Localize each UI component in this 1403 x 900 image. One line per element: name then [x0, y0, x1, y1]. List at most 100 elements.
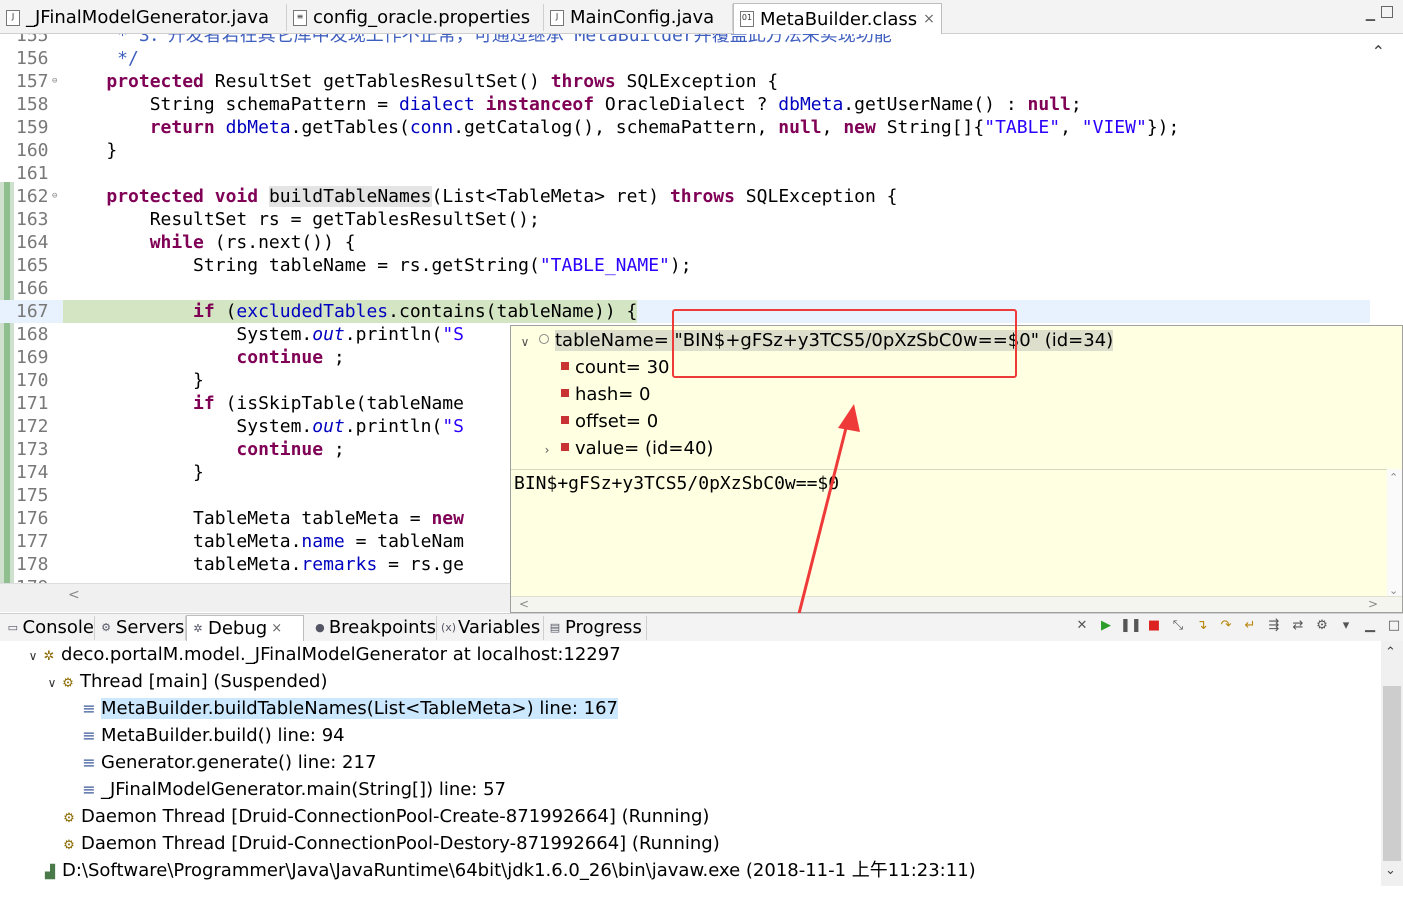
resume-icon[interactable]: ▶ [1096, 616, 1116, 636]
process-item[interactable]: ▟ D:\Software\Programmer\Java\JavaRuntime… [43, 857, 976, 884]
code-text: */ [63, 48, 139, 69]
close-icon[interactable]: × [271, 617, 282, 641]
tab-jfinal-model-generator[interactable]: J _JFinalModelGenerator.java [0, 4, 287, 31]
line-number: 176 [16, 508, 49, 529]
daemon-thread-item[interactable]: ⚙ Daemon Thread [Druid-ConnectionPool-Cre… [62, 803, 709, 830]
step-return-icon[interactable]: ↵ [1240, 616, 1260, 636]
code-text: continue ; [236, 347, 345, 368]
line-number: 170 [16, 370, 49, 391]
code-line[interactable]: 162 ⊖ protected void buildTableNames(List… [0, 185, 1370, 208]
code-text: * 3：开发者若在其它库中发现工作不正常，可通过继承 MetaBuilder并覆… [63, 34, 892, 46]
step-into-icon[interactable]: ↴ [1192, 616, 1212, 636]
code-line[interactable]: 160 } [0, 139, 1370, 162]
code-text: ResultSet rs = getTablesResultSet(); [63, 209, 540, 230]
breakpoints-icon: ● [315, 621, 325, 634]
running-thread-icon: ⚙ [63, 811, 75, 826]
tab-console[interactable]: ▭ Console [2, 616, 95, 640]
tab-label: Console [22, 617, 94, 638]
step-over-icon[interactable]: ↷ [1216, 616, 1236, 636]
fold-icon[interactable]: ⊖ [52, 185, 57, 208]
code-line[interactable]: 155 * 3：开发者若在其它库中发现工作不正常，可通过继承 MetaBuild… [0, 34, 1370, 47]
field-label: hash= 0 [575, 384, 651, 405]
code-text: if (excludedTables.contains(tableName)) … [63, 300, 638, 323]
scroll-up-icon[interactable]: ⌃ [1372, 42, 1385, 61]
maximize-icon[interactable]: □ [1384, 616, 1403, 636]
stack-frame-label: Generator.generate() line: 217 [101, 752, 377, 773]
stack-frame[interactable]: ≡ MetaBuilder.buildTableNames(List<TableM… [82, 695, 618, 722]
servers-icon: ⚙ [101, 621, 111, 634]
properties-file-icon: ≡ [293, 9, 307, 26]
debug-vertical-scrollbar[interactable]: ⌃ ⌄ [1381, 641, 1403, 886]
value-detail-pane[interactable]: BIN$+gFSz+y3TCS5/0pXzSbC0w==$0 [511, 469, 1389, 599]
code-line[interactable]: 158 String schemaPattern = dialect insta… [0, 93, 1370, 116]
use-step-filters-icon[interactable]: ⇄ [1288, 616, 1308, 636]
close-icon[interactable]: × [923, 11, 935, 27]
field-row-hash[interactable]: hash= 0 [537, 382, 650, 408]
tab-metabuilder-class[interactable]: 01 MetaBuilder.class × [733, 3, 942, 34]
code-line[interactable]: 161 [0, 162, 1370, 185]
scrollbar-thumb[interactable] [1383, 686, 1401, 861]
scroll-down-icon[interactable]: ⌄ [1385, 863, 1396, 878]
line-number: 164 [16, 232, 49, 253]
daemon-thread-label: Daemon Thread [Druid-ConnectionPool-Dest… [81, 833, 720, 854]
chevron-down-icon[interactable]: ∨ [515, 329, 535, 355]
drop-to-frame-icon[interactable]: ⇶ [1264, 616, 1284, 636]
chevron-down-icon[interactable]: ∨ [43, 670, 61, 697]
stack-frame[interactable]: ≡ MetaBuilder.build() line: 94 [82, 722, 345, 749]
thread-item[interactable]: ∨ ⚙ Thread [main] (Suspended) [43, 668, 328, 695]
stack-frame[interactable]: ≡ _JFinalModelGenerator.main(String[]) li… [82, 776, 506, 803]
line-number: 179 [16, 576, 62, 583]
stack-frame-label: MetaBuilder.build() line: 94 [101, 725, 345, 746]
minimize-icon[interactable]: ▁ [1366, 7, 1375, 21]
tab-breakpoints[interactable]: ● Breakpoints [310, 616, 437, 640]
code-text: System.out.println("S [63, 416, 464, 437]
suspend-icon[interactable]: ❚❚ [1120, 616, 1142, 636]
tab-debug[interactable]: ✲ Debug × [186, 615, 304, 642]
code-text: return dbMeta.getTables(conn.getCatalog(… [149, 117, 1180, 138]
scroll-left-icon[interactable]: < [68, 587, 80, 603]
code-line[interactable]: 157 ⊖ protected ResultSet getTablesResult… [0, 70, 1370, 93]
field-label: value= (id=40) [575, 438, 714, 459]
chevron-down-icon[interactable]: ∨ [24, 643, 42, 670]
stack-frame[interactable]: ≡ Generator.generate() line: 217 [82, 749, 376, 776]
field-row-value[interactable]: › value= (id=40) [537, 436, 714, 463]
scroll-up-icon[interactable]: ⌃ [1389, 471, 1398, 484]
code-line[interactable]: 159 return dbMeta.getTables(conn.getCata… [0, 116, 1370, 139]
detail-horizontal-scrollbar[interactable]: < > [511, 596, 1402, 612]
tab-variables[interactable]: (x) Variables [437, 616, 544, 640]
field-row-offset[interactable]: offset= 0 [537, 409, 658, 435]
view-menu-icon[interactable]: ⚙ [1312, 616, 1332, 636]
maximize-icon[interactable] [1381, 6, 1393, 18]
disconnect-icon[interactable]: ⤡ [1168, 616, 1188, 636]
stack-frame-label: _JFinalModelGenerator.main(String[]) lin… [101, 779, 506, 800]
minimize-icon[interactable]: ▁ [1360, 616, 1380, 636]
code-line[interactable]: 166 [0, 277, 1370, 300]
daemon-thread-item[interactable]: ⚙ Daemon Thread [Druid-ConnectionPool-Des… [62, 830, 720, 857]
tab-progress[interactable]: ▤ Progress [544, 616, 647, 640]
code-line[interactable]: 165 String tableName = rs.getString("TAB… [0, 254, 1370, 277]
scroll-up-icon[interactable]: ⌃ [1385, 645, 1396, 660]
tab-mainconfig-java[interactable]: J MainConfig.java [544, 4, 733, 31]
line-number: 173 [16, 439, 49, 460]
console-icon: ▭ [7, 621, 18, 634]
code-line[interactable]: 156 */ [0, 47, 1370, 70]
fold-icon[interactable]: ⊖ [52, 70, 57, 93]
code-line[interactable]: 163 ResultSet rs = getTablesResultSet(); [0, 208, 1370, 231]
java-application-icon: ✲ [43, 649, 55, 664]
chevron-down-icon[interactable]: ▾ [1336, 616, 1356, 636]
tab-label: MainConfig.java [570, 7, 715, 28]
remove-launches-icon[interactable]: ✕ [1072, 616, 1092, 636]
field-row-count[interactable]: count= 30 [537, 355, 670, 381]
chevron-right-icon[interactable]: › [537, 437, 557, 463]
detail-vertical-scrollbar[interactable]: ⌃ ⌄ [1387, 469, 1402, 599]
launch-item[interactable]: ∨ ✲ deco.portalM.model._JFinalModelGenerat… [24, 641, 621, 668]
scroll-left-icon[interactable]: < [519, 597, 529, 611]
tab-servers[interactable]: ⚙ Servers [95, 616, 186, 640]
code-line[interactable]: 164 while (rs.next()) { [0, 231, 1370, 254]
private-field-icon [561, 416, 569, 424]
terminate-icon[interactable]: ■ [1144, 616, 1164, 636]
code-text: tableMeta.remarks = rs.ge [63, 554, 464, 575]
tab-config-oracle-properties[interactable]: ≡ config_oracle.properties [287, 4, 544, 31]
scroll-right-icon[interactable]: > [1368, 597, 1378, 611]
editor-horizontal-scrollbar[interactable]: < [0, 583, 512, 612]
